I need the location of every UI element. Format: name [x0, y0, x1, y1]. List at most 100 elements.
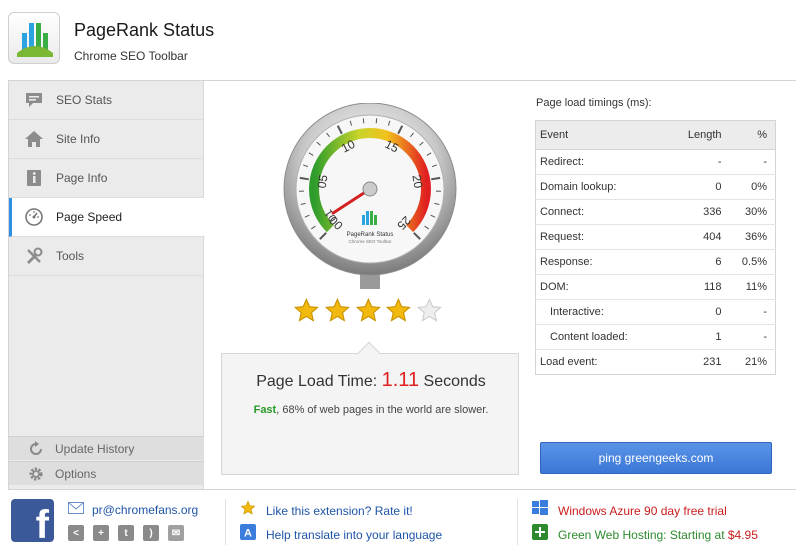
timing-percent: - [729, 149, 776, 175]
timings-row: Content loaded: 1- [535, 324, 776, 350]
timings-row: Interactive: 0- [535, 299, 776, 325]
info-icon [22, 166, 46, 190]
timing-percent: 30% [729, 199, 776, 225]
gauge-tick [299, 176, 309, 181]
timings-row: Load event: 231 21% [536, 350, 776, 375]
timing-percent: - [729, 299, 776, 325]
page-root: PageRank Status Chrome SEO Toolbar SEO S… [0, 0, 796, 554]
result-panel: Page Load Time: 1.11 Seconds Fast, 68% o… [221, 341, 520, 475]
speedometer-icon [22, 205, 46, 229]
tumblr-icon[interactable]: t [118, 525, 134, 541]
result-description: Fast, 68% of web pages in the world are … [222, 404, 520, 416]
timing-percent: 36% [729, 224, 776, 250]
timing-percent: 0.5% [729, 249, 776, 275]
azure-text: Windows Azure 90 day free trial [558, 503, 727, 518]
star-filled-icon[interactable] [293, 297, 320, 324]
timing-event: DOM: [535, 274, 656, 300]
col-event: Event [535, 120, 656, 150]
gauge-brand-sub: Chrome SEO Toolbar [349, 239, 392, 244]
timing-percent: 0% [729, 174, 776, 200]
timing-event: Load event: [540, 356, 598, 368]
refresh-icon [27, 440, 45, 458]
sidebar-item-label: Site Info [56, 132, 101, 146]
timing-length: 118 [655, 274, 730, 300]
sidebar-item-seo-stats[interactable]: SEO Stats [9, 81, 204, 120]
sidebar-item-tools[interactable]: Tools [9, 237, 204, 276]
timing-event: Interactive: [535, 299, 656, 325]
rate-text: Like this extension? Rate it! [266, 503, 413, 518]
timing-event: Connect: [535, 199, 656, 225]
footer-divider [517, 499, 518, 545]
timing-length: 231 [703, 356, 722, 368]
windows-icon [532, 500, 548, 521]
house-icon [22, 127, 46, 151]
sidebar-item-site-info[interactable]: Site Info [9, 120, 204, 159]
share-icons: < + t ) ✉ [68, 525, 184, 541]
azure-link[interactable]: Windows Azure 90 day free trial [532, 500, 727, 521]
timing-event: Content loaded: [535, 324, 656, 350]
app-logo-icon [8, 12, 60, 64]
timing-event: Domain lookup: [535, 174, 656, 200]
sidebar-item-label: Tools [56, 249, 85, 263]
email-address: pr@chromefans.org [92, 503, 199, 517]
translate-link[interactable]: A Help translate into your language [240, 524, 442, 545]
hosting-label: Green Web Hosting: Starting at [558, 527, 728, 542]
fast-label: Fast [253, 404, 277, 416]
speed-gauge: 000510 15202501 PageRank Status Chrome SE… [283, 103, 457, 289]
tools-icon [22, 244, 46, 268]
timings-row: DOM: 118 11% [535, 274, 776, 300]
google-plus-icon[interactable]: + [93, 525, 109, 541]
svg-text:A: A [244, 528, 252, 540]
hosting-link[interactable]: Green Web Hosting: Starting at $4.95 [532, 524, 758, 545]
timing-event: Request: [535, 224, 656, 250]
translate-icon: A [240, 524, 256, 545]
timing-percent: 21% [744, 356, 767, 368]
chat-bubble-icon [22, 88, 46, 112]
mail-icon[interactable]: ✉ [168, 525, 184, 541]
timing-length: - [655, 149, 730, 175]
timings-row: Response: 6 0.5% [535, 249, 776, 275]
sidebar-item-page-info[interactable]: Page Info [9, 159, 204, 198]
timing-length: 0 [655, 299, 730, 325]
rate-link[interactable]: Like this extension? Rate it! [240, 500, 413, 521]
footer: f pr@chromefans.org < + t ) ✉ Like this … [0, 490, 796, 554]
footer-divider [225, 499, 226, 545]
share-icon[interactable]: < [68, 525, 84, 541]
app-title: PageRank Status [74, 20, 215, 40]
rating-stars[interactable] [293, 297, 443, 329]
timings-title: Page load timings (ms): [536, 97, 652, 109]
sidebar-item-options[interactable]: Options [9, 461, 204, 485]
timings-row: Request: 404 36% [535, 224, 776, 250]
app-subtitle: Chrome SEO Toolbar [74, 49, 188, 63]
star-empty-icon[interactable] [416, 297, 443, 324]
ping-button[interactable]: ping greengeeks.com [540, 442, 772, 474]
result-prefix: Page Load Time: [256, 373, 382, 390]
star-filled-icon[interactable] [324, 297, 351, 324]
sidebar-item-update-history[interactable]: Update History [9, 436, 204, 460]
timing-length: 1 [655, 324, 730, 350]
star-filled-icon[interactable] [355, 297, 382, 324]
timing-event: Redirect: [535, 149, 656, 175]
sidebar-item-label: Page Speed [56, 210, 123, 224]
rss-icon[interactable]: ) [143, 525, 159, 541]
sidebar-item-page-speed[interactable]: Page Speed [9, 198, 205, 237]
timing-event: Response: [535, 249, 656, 275]
timings-header-row: Event Length % [535, 120, 776, 150]
col-length: Length [655, 120, 730, 150]
email-link[interactable]: pr@chromefans.org [68, 501, 198, 519]
timing-length: 6 [655, 249, 730, 275]
translate-text: Help translate into your language [266, 527, 443, 542]
gauge-brand: PageRank Status [347, 232, 394, 238]
timing-percent: - [729, 324, 776, 350]
facebook-icon[interactable]: f [11, 499, 54, 542]
gauge-tick [431, 176, 441, 181]
timing-length: 336 [655, 199, 730, 225]
hosting-price: $4.95 [727, 527, 758, 542]
envelope-icon [68, 501, 84, 519]
timings-row: Connect: 336 30% [535, 199, 776, 225]
sidebar-item-label: Update History [55, 441, 135, 456]
timing-length: 0 [655, 174, 730, 200]
star-filled-icon[interactable] [385, 297, 412, 324]
timing-length: 404 [655, 224, 730, 250]
gauge-hub [362, 181, 378, 197]
